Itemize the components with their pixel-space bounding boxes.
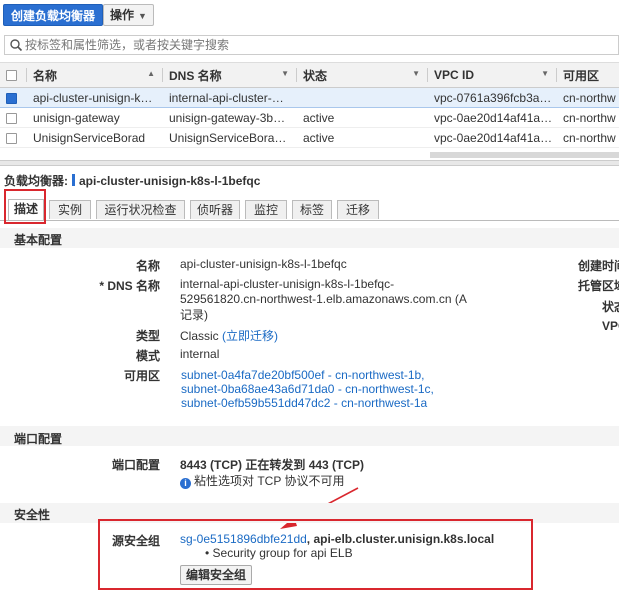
table-row[interactable]: api-cluster-unisign-k… internal-api-clus… bbox=[0, 87, 619, 108]
label-port-config: 端口配置 bbox=[111, 458, 160, 472]
value-port-config: 8443 (TCP) 正在转发到 443 (TCP) bbox=[180, 458, 365, 472]
sort-asc-icon: ▲ bbox=[147, 69, 155, 78]
detail-header-name: api-cluster-unisign-k8s-l-1befqc bbox=[79, 174, 261, 188]
detail-header-label: 负载均衡器: bbox=[4, 174, 68, 188]
column-header-vpc[interactable]: VPC ID ▼ bbox=[428, 62, 557, 88]
cell-status bbox=[297, 87, 428, 108]
select-all-header[interactable] bbox=[0, 62, 27, 88]
cell-dns: UnisignServiceBora… bbox=[163, 127, 297, 148]
tab-health-check[interactable]: 运行状况检查 bbox=[96, 200, 185, 219]
value-dns-line2: 529561820.cn-northwest-1.elb.amazonaws.c… bbox=[180, 292, 467, 306]
detail-tabs: 描述 实例 运行状况检查 侦听器 监控 标签 迁移 bbox=[0, 198, 619, 221]
tab-listeners[interactable]: 侦听器 bbox=[190, 200, 240, 219]
table-row[interactable]: unisign-gateway unisign-gateway-3b… acti… bbox=[0, 107, 619, 128]
column-header-status[interactable]: 状态 ▼ bbox=[297, 62, 428, 88]
cell-vpc: vpc-0ae20d14af41a… bbox=[428, 107, 557, 128]
subnet-link[interactable]: subnet-0efb59b551dd47dc2 - cn-northwest-… bbox=[181, 396, 427, 410]
tab-migration[interactable]: 迁移 bbox=[337, 200, 379, 219]
label-hosted-zone: 托管区域 bbox=[578, 279, 619, 293]
table-row[interactable]: UnisignServiceBorad UnisignServiceBora… … bbox=[0, 127, 619, 148]
cell-az: cn-northw bbox=[557, 87, 619, 108]
subnet-link[interactable]: subnet-0a4fa7de20bf500ef - cn-northwest-… bbox=[181, 368, 425, 382]
row-checkbox[interactable] bbox=[6, 92, 17, 104]
cell-vpc: vpc-0761a396fcb3a… bbox=[428, 87, 557, 108]
migrate-now-link[interactable]: (立即迁移) bbox=[222, 329, 278, 343]
label-vpc: VPC bbox=[602, 319, 619, 333]
table-header-row: 名称 ▲ DNS 名称 ▼ 状态 ▼ VPC ID ▼ 可用区 bbox=[0, 62, 619, 88]
cell-name: unisign-gateway bbox=[27, 107, 163, 128]
toolbar: 创建负载均衡器 操作 ▼ bbox=[0, 0, 619, 30]
label-created-time: 创建时间 bbox=[578, 259, 619, 273]
tab-instances[interactable]: 实例 bbox=[49, 200, 91, 219]
sort-icon: ▼ bbox=[541, 69, 549, 78]
cell-name: api-cluster-unisign-k… bbox=[27, 87, 163, 108]
label-dns: * DNS 名称 bbox=[99, 279, 160, 293]
load-balancer-table: 名称 ▲ DNS 名称 ▼ 状态 ▼ VPC ID ▼ 可用区 api-cluster-… bbox=[0, 62, 619, 148]
tab-tags[interactable]: 标签 bbox=[292, 200, 332, 219]
row-checkbox[interactable] bbox=[6, 112, 17, 124]
highlight-box-tab bbox=[4, 189, 46, 224]
filter-input[interactable] bbox=[25, 37, 615, 53]
info-icon: i bbox=[180, 478, 191, 489]
value-dns-line1: internal-api-cluster-unisign-k8s-l-1befq… bbox=[180, 277, 395, 291]
value-type: Classic (立即迁移) bbox=[180, 329, 279, 343]
label-status: 状态 bbox=[602, 300, 619, 314]
label-name: 名称 bbox=[135, 259, 160, 273]
cell-name: UnisignServiceBorad bbox=[27, 127, 163, 148]
label-mode: 模式 bbox=[135, 349, 160, 363]
column-header-az[interactable]: 可用区 bbox=[557, 62, 619, 88]
column-header-dns[interactable]: DNS 名称 ▼ bbox=[163, 62, 297, 88]
sort-icon: ▼ bbox=[412, 69, 420, 78]
label-type: 类型 bbox=[135, 329, 160, 343]
label-az: 可用区 bbox=[123, 369, 160, 383]
sort-icon: ▼ bbox=[281, 69, 289, 78]
section-title-basic: 基本配置 bbox=[14, 233, 63, 247]
row-checkbox[interactable] bbox=[6, 132, 17, 144]
cell-vpc: vpc-0ae20d14af41a… bbox=[428, 127, 557, 148]
detail-header: 负载均衡器: api-cluster-unisign-k8s-l-1befqc bbox=[4, 172, 260, 189]
cell-dns: internal-api-cluster-… bbox=[163, 87, 297, 108]
cell-status: active bbox=[297, 127, 428, 148]
cell-az: cn-northw bbox=[557, 127, 619, 148]
filter-bar bbox=[4, 35, 619, 55]
column-header-name[interactable]: 名称 ▲ bbox=[27, 62, 163, 88]
actions-dropdown-button[interactable]: 操作 ▼ bbox=[103, 4, 154, 26]
tab-monitoring[interactable]: 监控 bbox=[245, 200, 287, 219]
chevron-down-icon: ▼ bbox=[138, 11, 147, 21]
section-title-port: 端口配置 bbox=[14, 432, 63, 446]
value-dns-line3: 记录) bbox=[180, 308, 208, 322]
select-all-checkbox[interactable] bbox=[6, 70, 17, 82]
section-title-security: 安全性 bbox=[14, 508, 51, 522]
subnet-link[interactable]: subnet-0ba68ae43a6d71da0 - cn-northwest-… bbox=[181, 382, 434, 396]
value-name: api-cluster-unisign-k8s-l-1befqc bbox=[180, 257, 347, 271]
value-mode: internal bbox=[180, 347, 220, 361]
cell-status: active bbox=[297, 107, 428, 128]
horizontal-scrollbar[interactable] bbox=[430, 152, 619, 158]
create-load-balancer-button[interactable]: 创建负载均衡器 bbox=[3, 4, 104, 26]
cell-dns: unisign-gateway-3b… bbox=[163, 107, 297, 128]
search-icon bbox=[10, 39, 23, 52]
highlight-box-security bbox=[98, 519, 533, 590]
actions-label: 操作 bbox=[110, 8, 135, 22]
pane-resize-handle[interactable] bbox=[0, 160, 619, 166]
cell-az: cn-northw bbox=[557, 107, 619, 128]
